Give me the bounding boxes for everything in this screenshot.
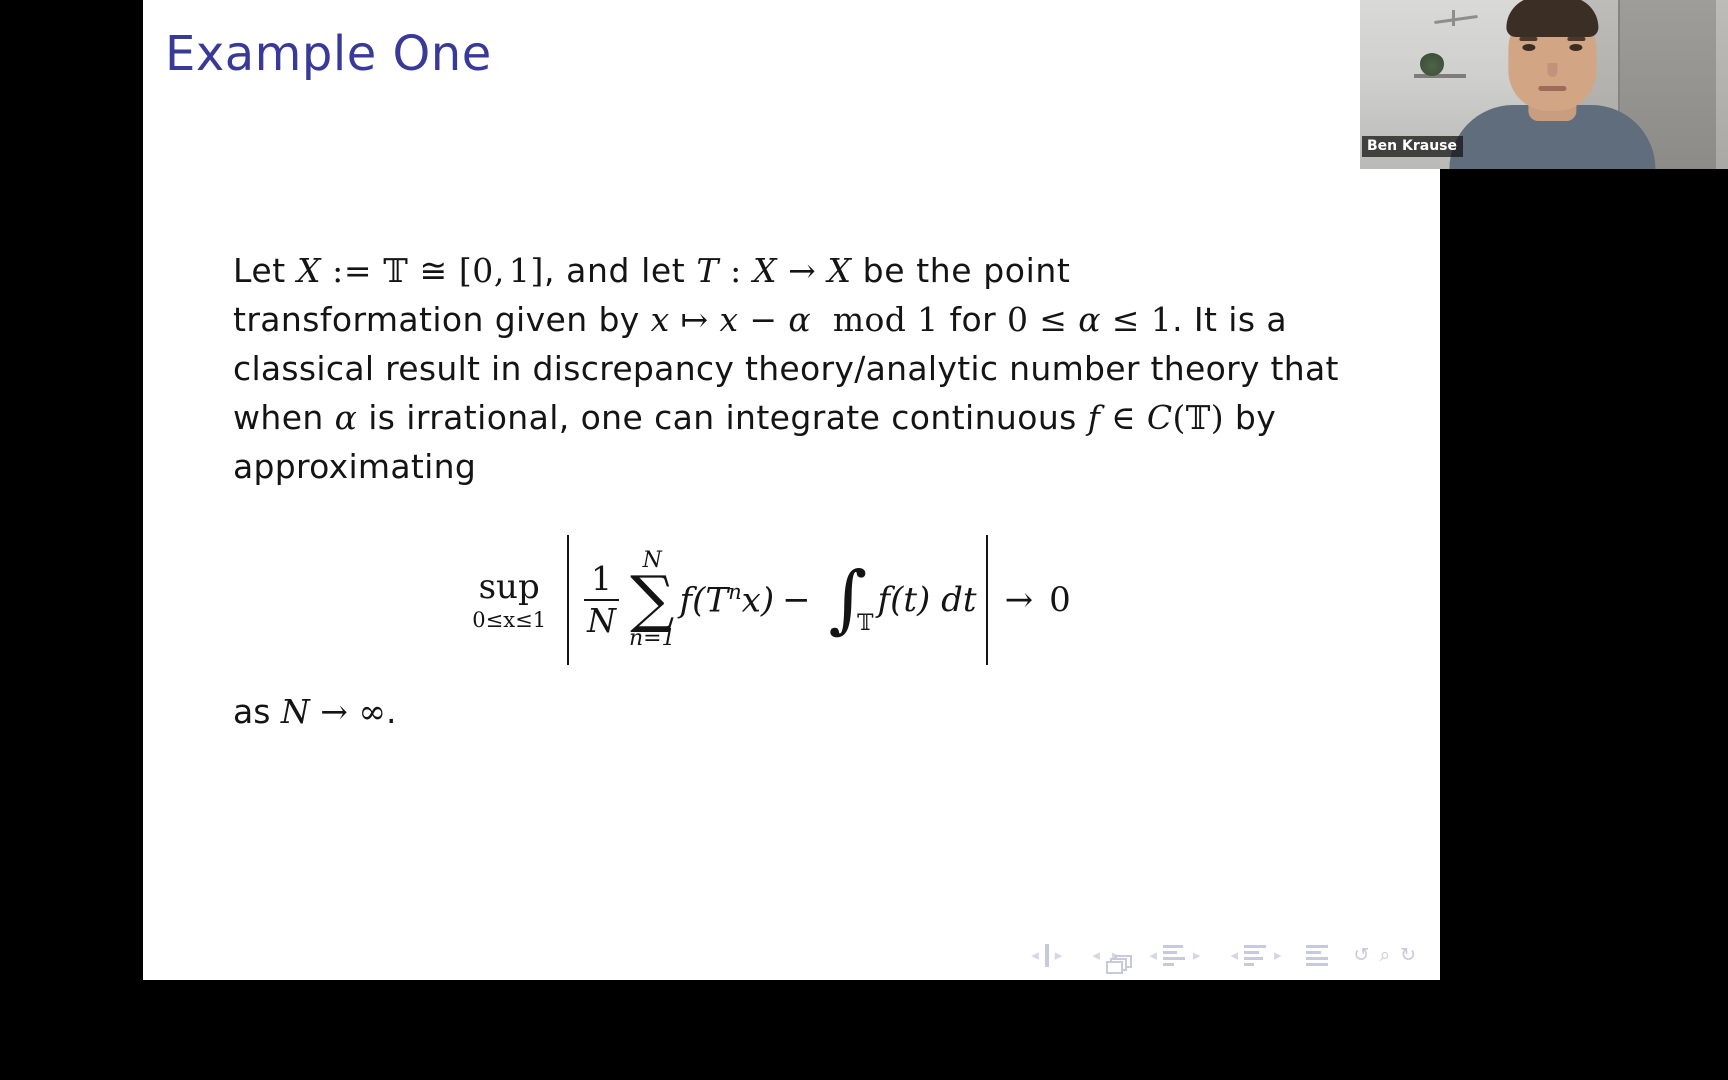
summand-term: f(Tnx) <box>679 579 775 621</box>
presenter-name-label: Ben Krause <box>1362 135 1464 157</box>
next-slide-arrow-icon[interactable]: ▸ <box>1049 947 1069 963</box>
integral-domain-subscript: 𝕋 <box>857 610 874 636</box>
presenter-mouth <box>1538 86 1567 91</box>
prev-subsection-arrow-icon[interactable]: ◂ <box>1143 947 1163 963</box>
body-line-3: classical result in discrepancy theory/a… <box>233 349 1339 388</box>
nav-group-section[interactable]: ◂ ▸ <box>1224 944 1288 966</box>
limit-value: 0 <box>1049 580 1071 620</box>
page-title: Example One <box>165 26 492 82</box>
integrand-term: f(t) dt <box>877 580 977 620</box>
presenter-eye-right <box>1569 44 1583 51</box>
ceiling-lamp-stem-decor <box>1452 10 1455 26</box>
body-line-2: transformation given by x ↦ x − α mod 1 … <box>233 300 1287 339</box>
nav-group-document[interactable] <box>1305 944 1328 966</box>
fraction-denominator: N <box>587 601 616 640</box>
body-line-5: approximating <box>233 447 477 486</box>
fraction-one-over-n: 1 N <box>584 561 619 638</box>
next-section-arrow-icon[interactable]: ▸ <box>1268 947 1288 963</box>
minus-operator: − <box>782 580 811 620</box>
screen-letterbox: Example One Let X := 𝕋 ≅ [0, 1], and let… <box>0 0 1728 1080</box>
sup-subscript: 0≤x≤1 <box>472 607 547 632</box>
presenter-eye-left <box>1522 44 1536 51</box>
fraction-numerator: 1 <box>591 559 612 599</box>
abs-bar-right <box>985 535 988 665</box>
prev-frame-arrow-icon[interactable]: ◂ <box>1086 947 1106 963</box>
forward-icon[interactable]: ↻ <box>1400 945 1416 965</box>
presenter-nose <box>1547 63 1558 77</box>
nav-group-slide[interactable]: ◂ ▸ <box>1025 943 1069 967</box>
document-icon[interactable] <box>1305 944 1328 966</box>
plant-decor <box>1420 52 1444 76</box>
presenter-webcam-overlay[interactable]: Ben Krause <box>1360 0 1728 169</box>
limit-arrow: → <box>1004 580 1034 620</box>
nav-group-frame[interactable]: ◂ ▸ <box>1086 947 1132 975</box>
sum-lower-limit: n=1 <box>628 625 676 651</box>
presenter-eyebrow-right <box>1567 37 1586 41</box>
presenter-figure <box>1447 0 1657 169</box>
body-line-4: when α is irrational, one can integrate … <box>233 398 1277 437</box>
slide-body-text: Let X := 𝕋 ≅ [0, 1], and let T : X → X b… <box>233 246 1339 491</box>
search-icon[interactable]: ⌕ <box>1379 945 1390 965</box>
subsection-icon[interactable] <box>1162 944 1187 966</box>
section-icon[interactable] <box>1243 944 1268 966</box>
supremum-operator: sup 0≤x≤1 <box>472 570 546 631</box>
back-icon[interactable]: ↺ <box>1354 945 1370 965</box>
presenter-eyebrow-left <box>1519 37 1538 41</box>
next-subsection-arrow-icon[interactable]: ▸ <box>1187 947 1207 963</box>
sup-label: sup <box>478 566 540 607</box>
presenter-hair <box>1506 0 1599 37</box>
prev-slide-arrow-icon[interactable]: ◂ <box>1025 947 1045 963</box>
sigma-icon: ∑ <box>630 562 675 636</box>
abs-bar-left <box>567 535 570 665</box>
integral-operator: ∫ 𝕋 <box>829 562 874 636</box>
presentation-slide: Example One Let X := 𝕋 ≅ [0, 1], and let… <box>143 0 1440 980</box>
display-equation: sup 0≤x≤1 1 N N ∑ n=1 f(Tnx) − ∫ 𝕋 f(t) … <box>233 520 1318 680</box>
nav-extra-controls[interactable]: ↺ ⌕ ↻ <box>1354 945 1416 965</box>
prev-section-arrow-icon[interactable]: ◂ <box>1224 947 1244 963</box>
summation-operator: N ∑ n=1 <box>629 550 676 650</box>
beamer-navigation-bar[interactable]: ◂ ▸ ◂ ▸ ◂ ▸ ◂ <box>143 943 1440 975</box>
closing-line: as N → ∞. <box>233 692 397 731</box>
body-line-1: Let X := 𝕋 ≅ [0, 1], and let T : X → X b… <box>233 251 1071 290</box>
nav-group-subsection[interactable]: ◂ ▸ <box>1143 944 1207 966</box>
